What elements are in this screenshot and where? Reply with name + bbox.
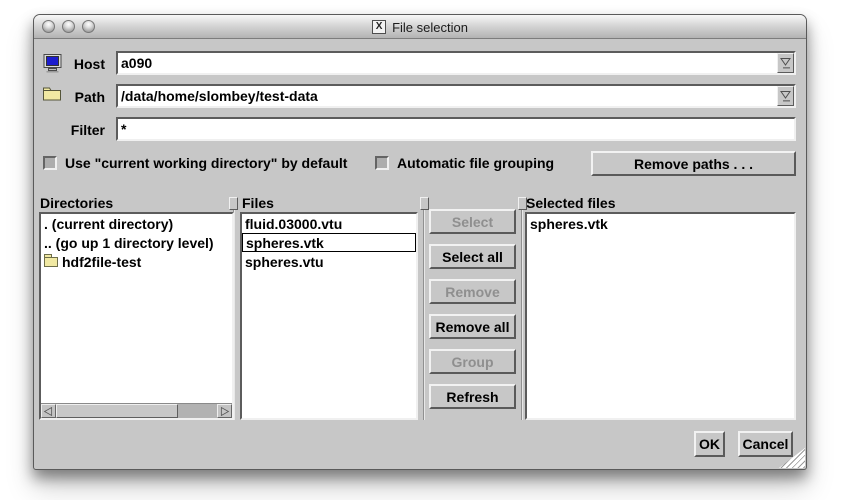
splitter-line: [521, 210, 523, 420]
directories-rows: . (current directory) .. (go up 1 directo…: [41, 214, 232, 271]
action-button-refresh[interactable]: Refresh: [429, 384, 516, 409]
files-pane-label: Files: [242, 195, 274, 211]
chevron-down-icon: [780, 89, 791, 103]
directory-item[interactable]: hdf2file-test: [41, 252, 232, 271]
directory-item-label: hdf2file-test: [62, 254, 141, 270]
x11-app-icon: X: [372, 20, 386, 34]
file-selection-window: X File selection Host a090 Path /data/ho…: [33, 14, 807, 470]
directory-item[interactable]: . (current directory): [41, 214, 232, 233]
scroll-track[interactable]: [56, 404, 217, 418]
host-input[interactable]: a090: [116, 51, 796, 75]
files-rows: fluid.03000.vtu spheres.vtk spheres.vtu: [242, 214, 416, 271]
window-title: File selection: [392, 20, 468, 35]
selected-file-item-label: spheres.vtk: [530, 216, 608, 232]
file-item-label: spheres.vtu: [245, 254, 324, 270]
auto-grouping-checkbox[interactable]: [375, 156, 389, 170]
splitter-handle[interactable]: [420, 197, 429, 210]
remove-paths-button[interactable]: Remove paths . . .: [591, 151, 796, 176]
scroll-right-button[interactable]: [217, 404, 232, 418]
action-button-select-all[interactable]: Select all: [429, 244, 516, 269]
file-item[interactable]: spheres.vtu: [242, 252, 416, 271]
path-history-dropdown-button[interactable]: [777, 86, 794, 106]
auto-grouping-label: Automatic file grouping: [397, 155, 554, 171]
directory-item-label: .. (go up 1 directory level): [44, 235, 214, 251]
file-item-label: fluid.03000.vtu: [245, 216, 342, 232]
chevron-down-icon: [780, 56, 791, 70]
host-value: a090: [118, 55, 152, 71]
directory-item[interactable]: .. (go up 1 directory level): [41, 233, 232, 252]
scroll-left-button[interactable]: [41, 404, 56, 418]
path-input[interactable]: /data/home/slombey/test-data: [116, 84, 796, 108]
host-label: Host: [40, 56, 105, 72]
selected-files-list: spheres.vtk: [525, 212, 796, 420]
files-list: fluid.03000.vtu spheres.vtk spheres.vtu: [240, 212, 418, 420]
directories-horizontal-scrollbar[interactable]: [41, 403, 232, 418]
ok-button[interactable]: OK: [694, 431, 725, 457]
directory-item-label: . (current directory): [44, 216, 173, 232]
filter-input[interactable]: *: [116, 117, 796, 141]
titlebar-title-wrap: X File selection: [34, 15, 806, 39]
splitter-handle[interactable]: [518, 197, 527, 210]
action-button-remove-all[interactable]: Remove all: [429, 314, 516, 339]
use-cwd-label: Use "current working directory" by defau…: [65, 155, 347, 171]
folder-icon: [44, 257, 58, 267]
zoom-button[interactable]: [82, 20, 95, 33]
selected-file-item[interactable]: spheres.vtk: [527, 214, 794, 233]
file-item[interactable]: fluid.03000.vtu: [242, 214, 416, 233]
use-cwd-checkbox[interactable]: [43, 156, 57, 170]
filter-value: *: [118, 121, 126, 137]
minimize-button[interactable]: [62, 20, 75, 33]
arrow-left-icon: [43, 406, 54, 417]
host-history-dropdown-button[interactable]: [777, 53, 794, 73]
splitter-line: [423, 210, 425, 420]
arrow-right-icon: [219, 406, 230, 417]
action-button-remove: Remove: [429, 279, 516, 304]
titlebar[interactable]: X File selection: [34, 15, 806, 39]
directories-list: . (current directory) .. (go up 1 directo…: [39, 212, 234, 420]
path-label: Path: [40, 89, 105, 105]
directories-pane-label: Directories: [40, 195, 113, 211]
action-button-select: Select: [429, 209, 516, 234]
selected-files-pane-label: Selected files: [526, 195, 616, 211]
file-item-label: spheres.vtk: [246, 235, 324, 251]
cancel-button[interactable]: Cancel: [738, 431, 793, 457]
action-button-group: Group: [429, 349, 516, 374]
scroll-thumb[interactable]: [56, 404, 178, 418]
selected-files-rows: spheres.vtk: [527, 214, 794, 233]
file-item[interactable]: spheres.vtk: [242, 233, 416, 252]
path-value: /data/home/slombey/test-data: [118, 88, 318, 104]
splitter-handle[interactable]: [229, 197, 238, 210]
close-button[interactable]: [42, 20, 55, 33]
filter-label: Filter: [40, 122, 105, 138]
